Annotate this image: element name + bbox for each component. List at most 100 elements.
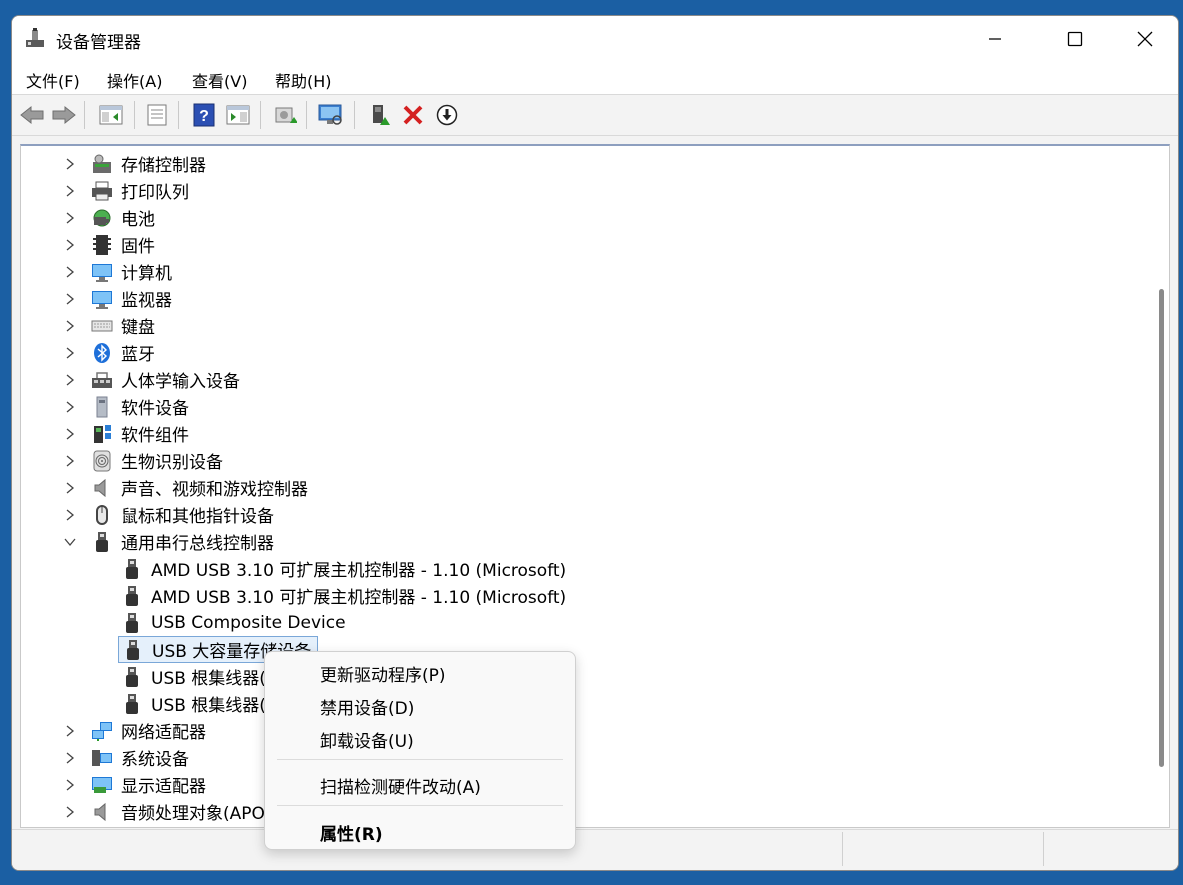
- chevron-right-icon[interactable]: [63, 238, 77, 252]
- toolbar-separator: [178, 101, 179, 129]
- tree-item-sound-video-game-controllers[interactable]: 声音、视频和游戏控制器: [63, 474, 308, 501]
- chevron-right-icon[interactable]: [63, 805, 77, 819]
- menu-bar: 文件(F) 操作(A) 查看(V) 帮助(H): [12, 62, 1178, 95]
- tree-item-print-queues[interactable]: 打印队列: [63, 177, 189, 204]
- tree-item-computer[interactable]: 计算机: [63, 258, 172, 285]
- tree-item-bluetooth[interactable]: 蓝牙: [63, 339, 155, 366]
- scan-hardware-button[interactable]: [317, 101, 345, 129]
- tree-item-monitors[interactable]: 监视器: [63, 285, 172, 312]
- uninstall-device-button[interactable]: [399, 101, 427, 129]
- tree-item-label: 电池: [121, 210, 155, 230]
- tree-item-label: USB Composite Device: [151, 612, 346, 633]
- context-update-driver[interactable]: 更新驱动程序(P): [320, 661, 446, 686]
- disable-device-button[interactable]: [433, 101, 461, 129]
- tree-item-usb-root-hub-1[interactable]: USB 根集线器(U: [121, 663, 278, 690]
- chevron-right-icon[interactable]: [63, 184, 77, 198]
- chevron-right-icon[interactable]: [63, 508, 77, 522]
- usb-icon: [121, 693, 143, 715]
- system-device-icon: [91, 747, 113, 769]
- tree-item-label: 打印队列: [121, 183, 189, 203]
- tree-item-audio-processing-objects[interactable]: 音频处理对象(APO: [63, 798, 265, 825]
- chevron-right-icon[interactable]: [63, 427, 77, 441]
- minimize-button[interactable]: [960, 16, 1030, 62]
- tree-item-storage-controllers[interactable]: 存储控制器: [63, 150, 206, 177]
- mouse-icon: [91, 504, 113, 526]
- close-icon: [1137, 31, 1153, 47]
- chevron-right-icon[interactable]: [63, 157, 77, 171]
- show-hide-console-tree-icon: [99, 105, 123, 125]
- chevron-right-icon[interactable]: [63, 724, 77, 738]
- tree-item-usb-controllers[interactable]: 通用串行总线控制器: [63, 528, 274, 555]
- update-driver-button[interactable]: [271, 101, 299, 129]
- chevron-down-icon[interactable]: [63, 535, 77, 549]
- computer-icon: [91, 261, 113, 283]
- tree-item-label: 软件组件: [121, 426, 189, 446]
- tree-item-human-interface-devices[interactable]: 人体学输入设备: [63, 366, 240, 393]
- chevron-right-icon[interactable]: [63, 481, 77, 495]
- chevron-right-icon[interactable]: [63, 778, 77, 792]
- enable-device-icon: [373, 105, 390, 125]
- properties-button[interactable]: [143, 101, 171, 129]
- tree-item-label: 监视器: [121, 291, 172, 311]
- chevron-right-icon[interactable]: [63, 211, 77, 225]
- scrollbar-thumb[interactable]: [1159, 289, 1164, 767]
- show-hide-tree-button[interactable]: [97, 101, 125, 129]
- context-menu: 更新驱动程序(P) 禁用设备(D) 卸载设备(U) 扫描检测硬件改动(A) 属性…: [264, 651, 576, 850]
- chevron-right-icon[interactable]: [63, 346, 77, 360]
- menu-help[interactable]: 帮助(H): [275, 68, 332, 92]
- menu-action[interactable]: 操作(A): [107, 68, 162, 92]
- enable-device-button[interactable]: [366, 101, 394, 129]
- tree-item-biometric-devices[interactable]: 生物识别设备: [63, 447, 223, 474]
- help-icon: ?: [193, 103, 215, 127]
- storage-controller-icon: [91, 153, 113, 175]
- context-uninstall-device[interactable]: 卸载设备(U): [320, 727, 414, 752]
- chevron-right-icon[interactable]: [63, 265, 77, 279]
- tree-item-label: 软件设备: [121, 399, 189, 419]
- tree-item-amd-usb-host-controller-2[interactable]: AMD USB 3.10 可扩展主机控制器 - 1.10 (Microsoft): [121, 582, 566, 609]
- usb-icon: [91, 531, 113, 553]
- chevron-right-icon[interactable]: [63, 751, 77, 765]
- tree-item-software-devices[interactable]: 软件设备: [63, 393, 189, 420]
- tree-item-usb-root-hub-2[interactable]: USB 根集线器(U: [121, 690, 278, 717]
- battery-icon: [91, 207, 113, 229]
- help-button[interactable]: ?: [190, 101, 218, 129]
- tree-item-label: 固件: [121, 237, 155, 257]
- tree-item-mice-pointing-devices[interactable]: 鼠标和其他指针设备: [63, 501, 274, 528]
- context-scan-hardware-changes[interactable]: 扫描检测硬件改动(A): [320, 773, 481, 798]
- close-button[interactable]: [1110, 16, 1178, 62]
- menu-file[interactable]: 文件(F): [26, 68, 80, 92]
- chevron-right-icon[interactable]: [63, 373, 77, 387]
- menu-view[interactable]: 查看(V): [192, 68, 247, 92]
- chevron-right-icon[interactable]: [63, 292, 77, 306]
- action-pane-button[interactable]: [224, 101, 252, 129]
- keyboard-icon: [91, 315, 113, 337]
- tree-item-amd-usb-host-controller-1[interactable]: AMD USB 3.10 可扩展主机控制器 - 1.10 (Microsoft): [121, 555, 566, 582]
- context-disable-device[interactable]: 禁用设备(D): [320, 694, 414, 719]
- network-adapter-icon: [91, 720, 113, 742]
- window-title: 设备管理器: [56, 33, 141, 53]
- toolbar-separator: [306, 101, 307, 129]
- tree-item-label: USB 根集线器(U: [151, 696, 279, 716]
- software-component-icon: [91, 423, 113, 445]
- chevron-right-icon[interactable]: [63, 454, 77, 468]
- toolbar-separator: [260, 101, 261, 129]
- tree-item-display-adapters[interactable]: 显示适配器: [63, 771, 206, 798]
- tree-item-label: 声音、视频和游戏控制器: [121, 480, 308, 500]
- tree-item-keyboards[interactable]: 键盘: [63, 312, 155, 339]
- forward-button[interactable]: [50, 101, 78, 129]
- vertical-scrollbar[interactable]: [1155, 146, 1169, 827]
- maximize-button[interactable]: [1040, 16, 1110, 62]
- firmware-icon: [91, 234, 113, 256]
- tree-item-software-components[interactable]: 软件组件: [63, 420, 189, 447]
- speaker-icon: [91, 477, 113, 499]
- context-properties[interactable]: 属性(R): [320, 820, 383, 845]
- context-separator: [277, 759, 563, 760]
- tree-item-network-adapters[interactable]: 网络适配器: [63, 717, 206, 744]
- tree-item-batteries[interactable]: 电池: [63, 204, 155, 231]
- tree-item-usb-composite-device[interactable]: USB Composite Device: [121, 609, 346, 636]
- tree-item-firmware[interactable]: 固件: [63, 231, 155, 258]
- chevron-right-icon[interactable]: [63, 400, 77, 414]
- back-button[interactable]: [18, 101, 46, 129]
- tree-item-system-devices[interactable]: 系统设备: [63, 744, 189, 771]
- chevron-right-icon[interactable]: [63, 319, 77, 333]
